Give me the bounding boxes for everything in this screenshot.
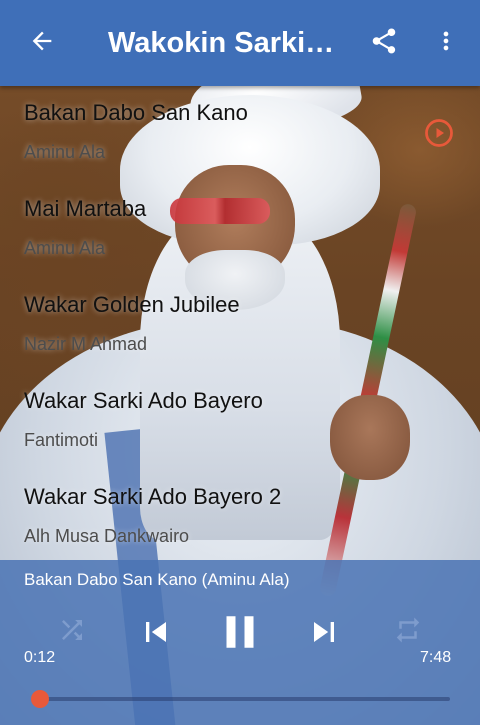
skip-next-icon: [304, 612, 344, 656]
song-artist: Fantimoti: [24, 430, 99, 450]
arrow-left-icon: [28, 27, 56, 59]
repeat-icon: [393, 615, 423, 649]
song-list-item[interactable]: Bakan Dabo San Kano Aminu Ala: [0, 86, 480, 182]
song-title: Mai Martaba: [24, 196, 147, 221]
shuffle-icon: [57, 615, 87, 649]
shuffle-button[interactable]: [52, 612, 92, 652]
song-title: Wakar Golden Jubilee: [24, 292, 240, 317]
share-button[interactable]: [356, 15, 412, 71]
repeat-button[interactable]: [388, 612, 428, 652]
more-options-button[interactable]: [418, 15, 474, 71]
song-artist: Aminu Ala: [24, 142, 106, 162]
elapsed-time: 0:12: [24, 649, 56, 666]
seek-thumb[interactable]: [31, 690, 49, 708]
share-icon: [369, 26, 399, 60]
back-button[interactable]: [14, 15, 70, 71]
song-artist: Alh Musa Dankwairo: [24, 526, 190, 546]
song-artist: Aminu Ala: [24, 238, 106, 258]
song-list-item[interactable]: Mai Martaba Aminu Ala: [0, 182, 480, 278]
pause-icon: [213, 605, 267, 663]
skip-previous-icon: [136, 612, 176, 656]
song-title: Wakar Sarki Ado Bayero 2: [24, 484, 282, 509]
song-artist: Nazir M Ahmad: [24, 334, 148, 354]
total-duration: 7:48: [420, 649, 452, 666]
song-list: Bakan Dabo San Kano Aminu Ala Mai Martab…: [0, 86, 480, 560]
app-toolbar: Wakokin Sarkin Kano: [0, 0, 480, 86]
pause-button[interactable]: [212, 604, 268, 664]
play-circle-icon: [424, 118, 454, 148]
song-title: Wakar Sarki Ado Bayero: [24, 388, 263, 413]
song-list-item[interactable]: Wakar Golden Jubilee Nazir M Ahmad: [0, 278, 480, 374]
next-button[interactable]: [300, 610, 348, 658]
seek-bar[interactable]: [31, 690, 450, 708]
player-panel: Bakan Dabo San Kano (Aminu Ala) 0:12 7:4…: [0, 560, 480, 725]
app-title: Wakokin Sarkin Kano: [108, 27, 340, 59]
now-playing-text: Bakan Dabo San Kano (Aminu Ala): [24, 570, 290, 589]
song-list-item[interactable]: Wakar Sarki Ado Bayero Fantimoti: [0, 374, 480, 470]
previous-button[interactable]: [132, 610, 180, 658]
song-title: Bakan Dabo San Kano: [24, 100, 248, 125]
more-vertical-icon: [432, 27, 460, 59]
song-list-item[interactable]: Wakar Sarki Ado Bayero 2 Alh Musa Dankwa…: [0, 470, 480, 566]
